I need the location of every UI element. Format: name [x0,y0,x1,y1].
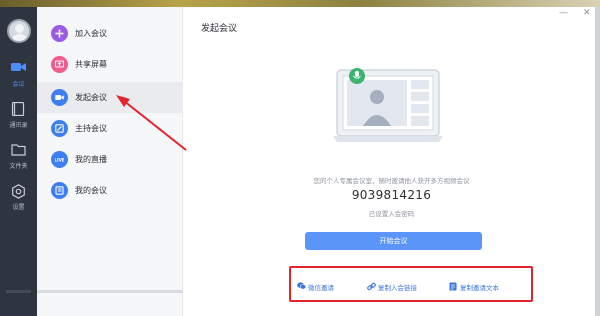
minimize-button[interactable]: — [559,8,568,18]
menu-item-label: 加入会议 [75,29,107,38]
menu-item-host[interactable]: 主持会议 [37,113,183,144]
rail-item-label: 文件夹 [9,163,28,170]
contacts-book-icon [11,102,25,116]
document-icon [449,282,457,291]
share-item-label: 复制入会链接 [378,284,417,292]
share-screen-icon [51,56,68,73]
avatar[interactable] [7,19,31,43]
menu-item-share-screen[interactable]: 共享屏幕 [37,49,183,80]
menu-scrollbar[interactable] [37,290,183,293]
rail-item-folder[interactable]: 文件夹 [0,137,37,177]
background-strip [0,0,600,7]
window-controls: — ✕ [547,7,600,21]
meeting-illustration [333,68,443,142]
start-meeting-button[interactable]: 开始会议 [305,232,482,250]
plus-icon [51,25,68,42]
rail-item-meeting[interactable]: 会议 [0,55,37,95]
share-item-label: 复制邀请文本 [460,284,499,292]
menu-item-live[interactable]: LIVE 我的直播 [37,144,183,175]
rail-item-label: 会议 [12,81,25,88]
rail-item-label: 通讯录 [9,122,28,129]
app-window: 会议 通讯录 文件夹 设置 加入会议 共享屏幕 发起会议 主持会议 LIVE 我… [0,0,600,316]
share-item-label: 微信邀请 [308,284,334,292]
video-icon [51,89,68,106]
gear-icon [12,184,25,199]
meeting-description: 您的个人专属会议室，随时邀请他人获开多方视频会议 [313,177,470,185]
menu-item-label: 我的直播 [75,155,107,164]
avatar-body [11,34,28,41]
host-icon [51,120,68,137]
svg-text:LIVE: LIVE [55,157,64,162]
menu-item-label: 共享屏幕 [75,60,107,69]
live-icon: LIVE [51,151,68,168]
menu-item-join[interactable]: 加入会议 [37,18,183,49]
menu-item-label: 主持会议 [75,124,107,133]
menu-item-label: 我的会议 [75,186,107,195]
start-meeting-panel: 发起会议 — ✕ 您的个人专属会议室，随时邀请他人获开多方视频会议 903981… [183,7,600,316]
window-edge [595,7,600,316]
invite-options: 微信邀请 复制入会链接 复制邀请文本 [289,266,533,302]
rail-item-contacts[interactable]: 通讯录 [0,96,37,136]
avatar-head [15,24,24,33]
page-title: 发起会议 [201,24,238,34]
rail-item-label: 设置 [12,204,25,211]
password-status: 已设置入会密码 [368,210,415,218]
menu-item-label: 发起会议 [75,93,107,102]
menu-item-start-meeting[interactable]: 发起会议 [37,82,183,113]
video-camera-icon [11,63,26,71]
nav-rail: 会议 通讯录 文件夹 设置 [0,7,37,316]
rail-scrollbar[interactable] [6,290,31,293]
meeting-list-icon [51,182,68,199]
rail-item-settings[interactable]: 设置 [0,178,37,218]
folder-icon [11,144,26,156]
meeting-id: 9039814216 [351,188,432,202]
wechat-icon [297,282,306,290]
close-button[interactable]: ✕ [583,8,591,18]
meeting-menu: 加入会议 共享屏幕 发起会议 主持会议 LIVE 我的直播 我的会议 [37,7,183,316]
link-icon [367,282,376,291]
menu-item-my-meetings[interactable]: 我的会议 [37,175,183,206]
